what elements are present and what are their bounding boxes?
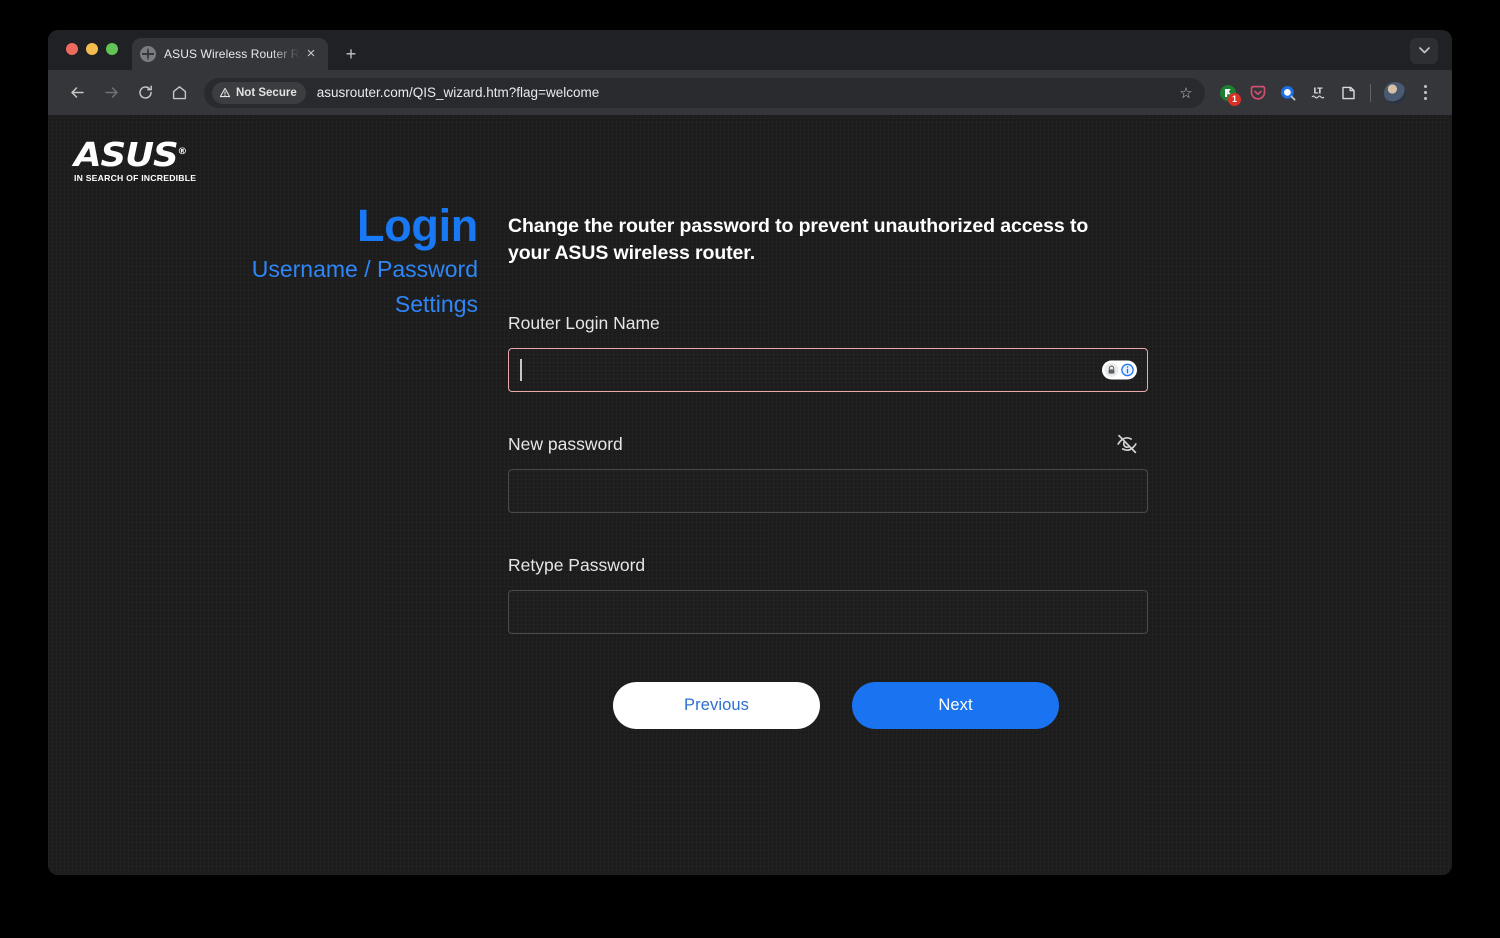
maximize-window-button[interactable] (106, 43, 118, 55)
reload-icon[interactable] (130, 78, 160, 108)
toolbar-divider (1370, 83, 1371, 102)
globe-icon (140, 46, 156, 62)
bookmark-star-icon[interactable]: ☆ (1173, 80, 1199, 106)
new-password-input-wrapper[interactable] (508, 469, 1148, 513)
password-manager-badge[interactable] (1102, 360, 1137, 380)
next-button[interactable]: Next (852, 682, 1059, 729)
retype-password-input-wrapper[interactable] (508, 590, 1148, 634)
not-secure-badge[interactable]: Not Secure (212, 81, 306, 104)
blue-circle-extension-icon[interactable] (1273, 78, 1303, 108)
new-password-input[interactable] (509, 470, 1147, 512)
minimize-window-button[interactable] (86, 43, 98, 55)
router-setup-page: ASUS® IN SEARCH OF INCREDIBLE Login User… (48, 115, 1452, 875)
tab-title: ASUS Wireless Router RT-BE (164, 47, 300, 61)
lock-icon (1104, 363, 1119, 377)
field-router-login-name: Router Login Name (508, 311, 1158, 392)
page-subtitle-line2: Settings (394, 291, 478, 317)
retype-password-input[interactable] (509, 591, 1147, 633)
tab-strip: ASUS Wireless Router RT-BE × + (48, 30, 1452, 70)
trademark-symbol: ® (177, 147, 188, 157)
asus-wordmark: ASUS® (74, 135, 204, 172)
asus-logo: ASUS® IN SEARCH OF INCREDIBLE (74, 135, 197, 184)
url-text: asusrouter.com/QIS_wizard.htm?flag=welco… (316, 85, 600, 100)
form-actions: Previous Next (508, 682, 1148, 729)
field-label-row: Router Login Name (508, 311, 1148, 335)
clipboard-extension-icon[interactable] (1333, 78, 1363, 108)
asus-tagline: IN SEARCH OF INCREDIBLE (74, 173, 197, 183)
languagetool-extension-icon[interactable]: LT (1303, 78, 1333, 108)
page-heading-column: Login Username / Password Settings (178, 200, 479, 322)
router-login-name-input[interactable] (509, 349, 1147, 391)
forward-arrow-icon (96, 78, 126, 108)
extension-green-icon[interactable]: 1 (1213, 78, 1243, 108)
browser-tab[interactable]: ASUS Wireless Router RT-BE × (132, 38, 328, 70)
not-secure-label: Not Secure (236, 86, 297, 99)
form-column: Change the router password to prevent un… (508, 213, 1158, 729)
profile-avatar[interactable] (1384, 81, 1406, 104)
text-cursor (520, 359, 522, 381)
extension-badge-count: 1 (1228, 92, 1241, 106)
svg-text:LT: LT (1313, 86, 1323, 95)
page-subtitle-line1: Username / Password (251, 256, 478, 282)
back-arrow-icon[interactable] (62, 78, 92, 108)
new-tab-button[interactable]: + (338, 41, 364, 67)
router-login-name-input-wrapper[interactable] (508, 348, 1148, 392)
router-login-name-label: Router Login Name (508, 312, 660, 333)
chrome-menu-icon[interactable] (1412, 78, 1438, 108)
field-label-row: New password (508, 432, 1148, 456)
extensions-area: 1 LT (1213, 78, 1363, 108)
eye-off-icon[interactable] (1114, 431, 1140, 457)
retype-password-label: Retype Password (508, 554, 646, 575)
field-new-password: New password (508, 432, 1158, 513)
warning-triangle-icon (219, 87, 231, 97)
window-controls (66, 43, 118, 55)
close-tab-button[interactable]: × (302, 45, 320, 63)
asus-wordmark-text: ASUS (74, 135, 179, 174)
browser-window: ASUS Wireless Router RT-BE × + (48, 30, 1452, 875)
address-bar[interactable]: Not Secure asusrouter.com/QIS_wizard.htm… (204, 77, 1205, 108)
form-description: Change the router password to prevent un… (508, 215, 1089, 264)
previous-button[interactable]: Previous (613, 682, 820, 729)
new-password-label: New password (508, 433, 623, 454)
field-retype-password: Retype Password (508, 553, 1158, 634)
field-label-row: Retype Password (508, 553, 1148, 577)
browser-toolbar: Not Secure asusrouter.com/QIS_wizard.htm… (48, 70, 1452, 115)
home-icon[interactable] (164, 78, 194, 108)
pocket-extension-icon[interactable] (1243, 78, 1273, 108)
page-title: Login (357, 200, 478, 251)
chevron-down-icon[interactable] (1410, 38, 1438, 64)
info-icon (1120, 363, 1135, 377)
close-window-button[interactable] (66, 43, 78, 55)
